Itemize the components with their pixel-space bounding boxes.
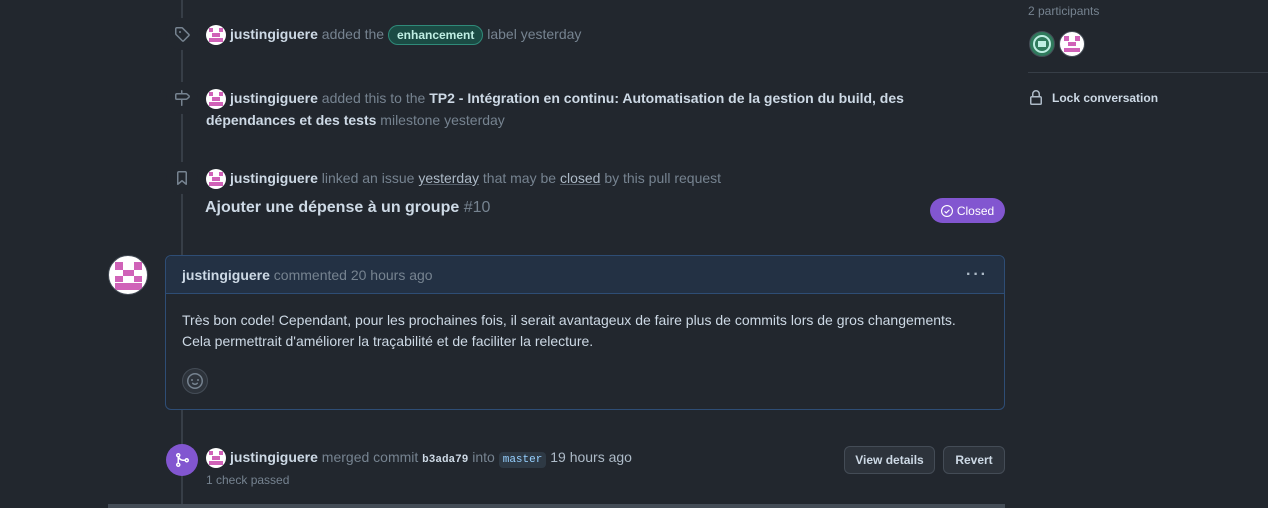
checks-link[interactable]: 1 check passed bbox=[206, 473, 289, 487]
sidebar: 2 participants Lock conversation bbox=[1028, 0, 1268, 508]
event-text: linked an issue bbox=[321, 170, 415, 186]
timeline-line bbox=[181, 0, 183, 508]
participant-avatar[interactable] bbox=[1029, 31, 1055, 57]
tag-icon bbox=[166, 18, 198, 50]
state-label: Closed bbox=[956, 203, 995, 218]
lock-conversation-button[interactable]: Lock conversation bbox=[1028, 90, 1158, 106]
check-circle-icon bbox=[940, 204, 953, 217]
closed-keyword-link[interactable]: closed bbox=[560, 170, 600, 186]
horizontal-scrollbar[interactable] bbox=[108, 504, 1005, 508]
milestone-event: justingiguere added this to the TP2 - In… bbox=[166, 82, 996, 131]
participants-heading: 2 participants bbox=[1028, 4, 1100, 18]
comment-author[interactable]: justingiguere bbox=[182, 267, 270, 283]
comment-avatar[interactable] bbox=[108, 255, 148, 295]
event-text: that may be bbox=[482, 170, 557, 186]
closed-state-badge: Closed bbox=[930, 198, 1005, 223]
avatar[interactable] bbox=[206, 25, 226, 46]
view-details-button[interactable]: View details bbox=[844, 446, 935, 474]
participant-avatar[interactable] bbox=[1059, 31, 1085, 57]
merge-timestamp[interactable]: 19 hours ago bbox=[550, 449, 632, 465]
user-link[interactable]: justingiguere bbox=[230, 449, 318, 465]
timestamp-link[interactable]: yesterday bbox=[418, 170, 479, 186]
milestone-icon bbox=[166, 82, 198, 114]
comment-header: justingiguere commented 20 hours ago ··· bbox=[166, 256, 1004, 294]
commit-sha-link[interactable]: b3ada79 bbox=[422, 454, 468, 466]
user-link[interactable]: justingiguere bbox=[230, 90, 318, 106]
comment-action: commented bbox=[273, 266, 347, 283]
event-text: merged commit bbox=[321, 449, 419, 465]
event-text: into bbox=[472, 449, 495, 465]
lock-label: Lock conversation bbox=[1052, 91, 1159, 105]
event-text: added this to the bbox=[321, 90, 426, 106]
comment-timestamp[interactable]: 20 hours ago bbox=[351, 267, 433, 283]
smiley-icon[interactable] bbox=[182, 368, 208, 394]
sidebar-divider bbox=[1028, 72, 1268, 73]
merge-event: justingiguere merged commit b3ada79 into… bbox=[166, 444, 632, 487]
event-text: by this pull request bbox=[604, 170, 722, 186]
bookmark-icon bbox=[166, 162, 198, 194]
kebab-menu-icon[interactable]: ··· bbox=[966, 266, 988, 284]
avatar[interactable] bbox=[206, 448, 226, 469]
lock-icon bbox=[1030, 90, 1042, 105]
comment-box: justingiguere commented 20 hours ago ···… bbox=[165, 255, 1005, 410]
user-link[interactable]: justingiguere bbox=[230, 26, 318, 42]
label-event: justingiguere added the enhancement labe… bbox=[166, 18, 581, 50]
event-text: added the bbox=[321, 26, 385, 42]
revert-button[interactable]: Revert bbox=[943, 446, 1005, 474]
git-merge-icon bbox=[166, 444, 198, 476]
issue-number[interactable]: #10 bbox=[464, 199, 491, 216]
linked-issue-event: justingiguere linked an issue yesterday … bbox=[166, 162, 721, 194]
event-text: label yesterday bbox=[487, 26, 582, 42]
issue-title-text[interactable]: Ajouter une dépense à un groupe bbox=[205, 199, 459, 216]
linked-issue-title[interactable]: Ajouter une dépense à un groupe #10 bbox=[205, 199, 490, 217]
user-link[interactable]: justingiguere bbox=[230, 170, 318, 186]
comment-body: Très bon code! Cependant, pour les proch… bbox=[182, 312, 956, 349]
avatar[interactable] bbox=[206, 89, 226, 110]
event-text: milestone yesterday bbox=[380, 112, 505, 129]
branch-name[interactable]: master bbox=[498, 452, 547, 468]
avatar[interactable] bbox=[206, 169, 226, 190]
label-enhancement[interactable]: enhancement bbox=[387, 25, 484, 46]
